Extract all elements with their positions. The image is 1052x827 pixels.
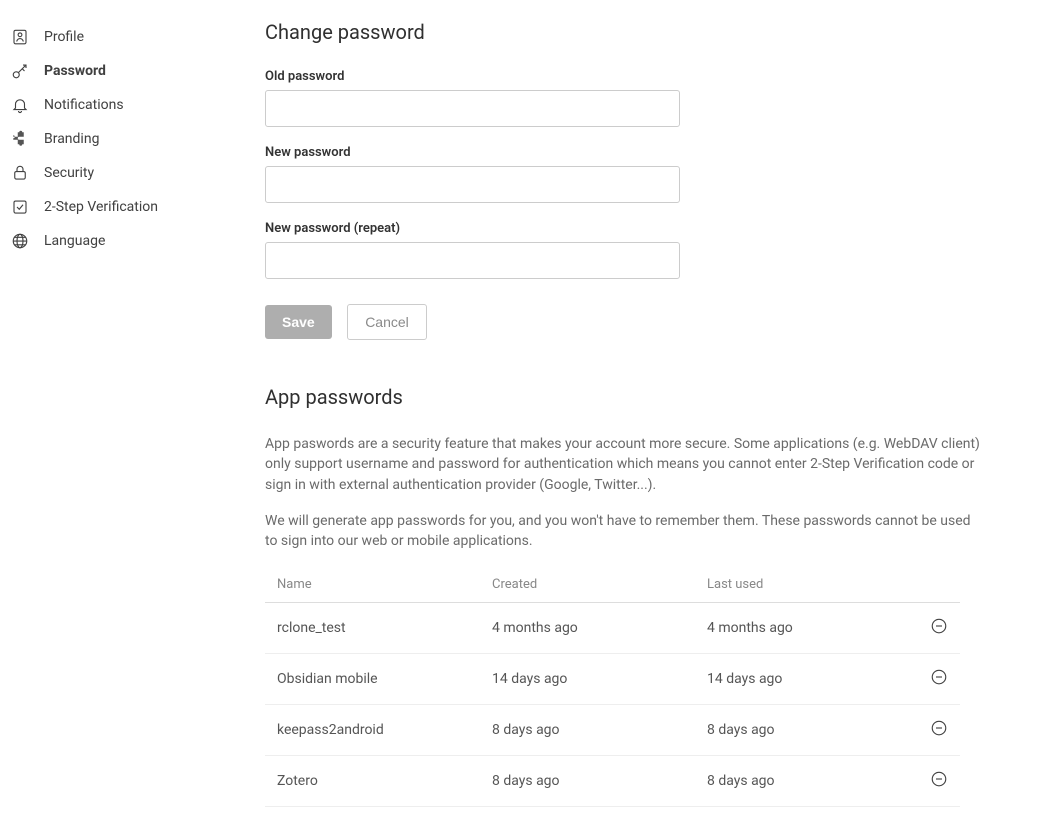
change-password-title: Change password <box>265 20 1042 44</box>
key-icon <box>10 61 30 81</box>
lock-icon <box>10 163 30 183</box>
sidebar-item-profile[interactable]: Profile <box>10 20 255 54</box>
old-password-input[interactable] <box>265 90 680 127</box>
sidebar-item-security[interactable]: Security <box>10 156 255 190</box>
table-row: rclone_test 4 months ago 4 months ago <box>265 603 960 654</box>
app-passwords-table: Name Created Last used rclone_test 4 mon… <box>265 567 960 807</box>
table-row: keepass2android 8 days ago 8 days ago <box>265 705 960 756</box>
app-passwords-title: App passwords <box>265 385 1042 409</box>
sidebar-item-notifications[interactable]: Notifications <box>10 88 255 122</box>
repeat-password-label: New password (repeat) <box>265 221 1042 236</box>
sidebar-item-2step[interactable]: 2-Step Verification <box>10 190 255 224</box>
app-passwords-desc-1: App paswords are a security feature that… <box>265 434 980 495</box>
new-password-group: New password <box>265 145 1042 203</box>
sidebar-item-label: Branding <box>44 131 99 147</box>
cell-name: keepass2android <box>265 705 480 756</box>
new-password-input[interactable] <box>265 166 680 203</box>
cell-created: 14 days ago <box>480 654 695 705</box>
sidebar-item-label: 2-Step Verification <box>44 199 158 215</box>
sidebar-item-label: Profile <box>44 29 84 45</box>
puzzle-icon <box>10 129 30 149</box>
cell-name: rclone_test <box>265 603 480 654</box>
table-header-created: Created <box>480 567 695 603</box>
shield-check-icon <box>10 197 30 217</box>
table-row: Zotero 8 days ago 8 days ago <box>265 756 960 807</box>
sidebar-item-label: Notifications <box>44 97 124 113</box>
remove-icon[interactable] <box>930 719 948 737</box>
sidebar-item-password[interactable]: Password <box>10 54 255 88</box>
sidebar-item-label: Password <box>44 63 106 79</box>
repeat-password-input[interactable] <box>265 242 680 279</box>
cell-lastused: 8 days ago <box>695 705 910 756</box>
remove-icon[interactable] <box>930 770 948 788</box>
person-icon <box>10 27 30 47</box>
sidebar-item-label: Security <box>44 165 94 181</box>
table-row: Obsidian mobile 14 days ago 14 days ago <box>265 654 960 705</box>
repeat-password-group: New password (repeat) <box>265 221 1042 279</box>
new-password-label: New password <box>265 145 1042 160</box>
app-passwords-desc-2: We will generate app passwords for you, … <box>265 511 980 552</box>
button-row: Save Cancel <box>265 304 1042 340</box>
remove-icon[interactable] <box>930 668 948 686</box>
cell-created: 4 months ago <box>480 603 695 654</box>
old-password-label: Old password <box>265 69 1042 84</box>
sidebar-item-branding[interactable]: Branding <box>10 122 255 156</box>
remove-icon[interactable] <box>930 617 948 635</box>
settings-sidebar: Profile Password Notifications Branding … <box>10 20 255 807</box>
table-header-name: Name <box>265 567 480 603</box>
save-button[interactable]: Save <box>265 305 332 339</box>
sidebar-item-language[interactable]: Language <box>10 224 255 258</box>
main-content: Change password Old password New passwor… <box>255 20 1042 807</box>
cell-name: Obsidian mobile <box>265 654 480 705</box>
cell-created: 8 days ago <box>480 756 695 807</box>
bell-icon <box>10 95 30 115</box>
cell-lastused: 4 months ago <box>695 603 910 654</box>
cell-lastused: 8 days ago <box>695 756 910 807</box>
cell-lastused: 14 days ago <box>695 654 910 705</box>
cell-name: Zotero <box>265 756 480 807</box>
old-password-group: Old password <box>265 69 1042 127</box>
table-header-action <box>910 567 960 603</box>
cell-created: 8 days ago <box>480 705 695 756</box>
cancel-button[interactable]: Cancel <box>347 304 427 340</box>
table-header-lastused: Last used <box>695 567 910 603</box>
sidebar-item-label: Language <box>44 233 105 249</box>
globe-icon <box>10 231 30 251</box>
